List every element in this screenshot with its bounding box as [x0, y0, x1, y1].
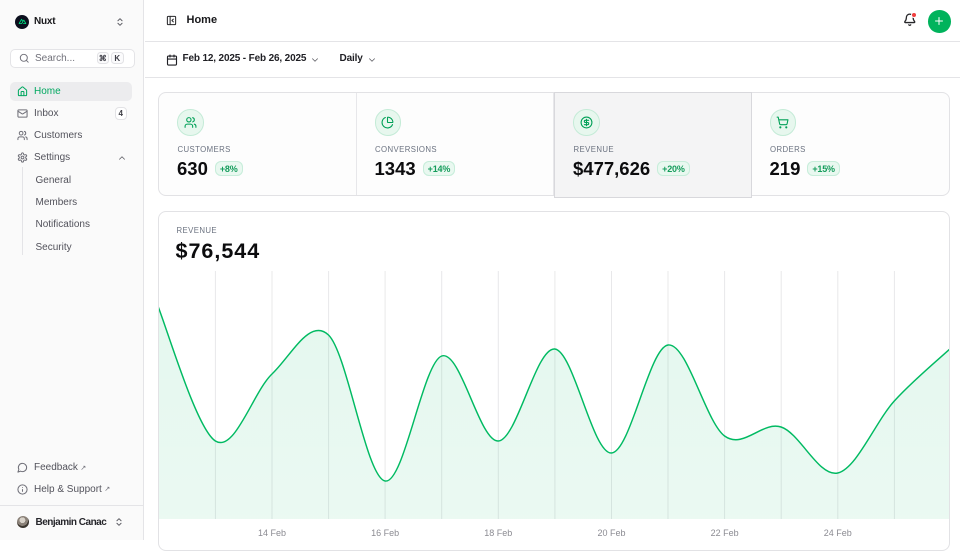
- svg-text:18 Feb: 18 Feb: [484, 528, 512, 538]
- svg-text:24 Feb: 24 Feb: [824, 528, 852, 538]
- svg-text:22 Feb: 22 Feb: [711, 528, 739, 538]
- svg-text:14 Feb: 14 Feb: [258, 528, 286, 538]
- svg-text:16 Feb: 16 Feb: [371, 528, 399, 538]
- svg-text:20 Feb: 20 Feb: [597, 528, 625, 538]
